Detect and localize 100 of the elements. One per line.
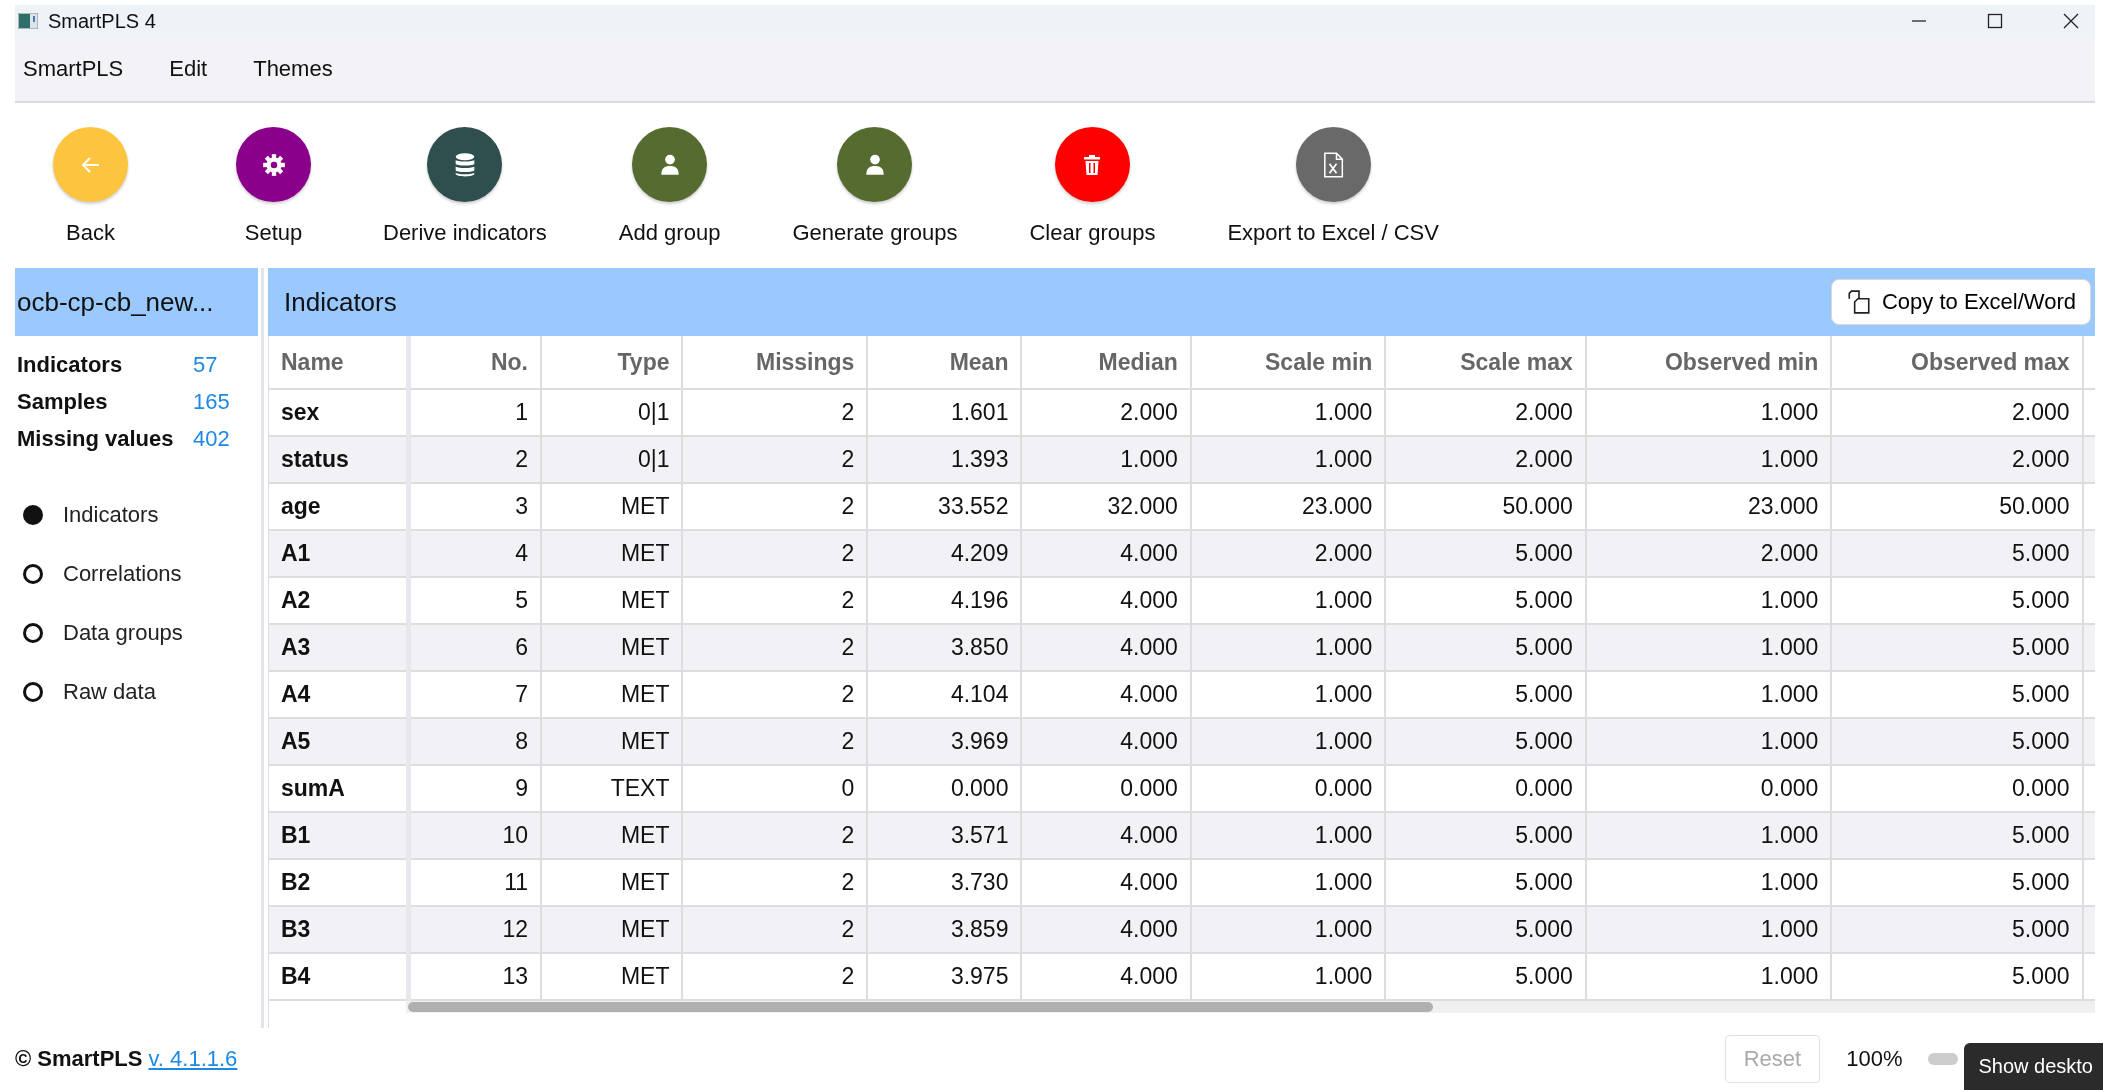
settings-icon <box>260 151 287 178</box>
copy-button[interactable]: Copy to Excel/Word <box>1831 279 2091 325</box>
table-cell: 5.000 <box>1385 812 1586 859</box>
table-cell: 1.000 <box>1585 812 1832 859</box>
toolbar-button[interactable]: Derive indicators <box>383 127 547 246</box>
stat-value: 402 <box>193 426 230 452</box>
table-cell: 4.000 <box>1021 812 1191 859</box>
panel-title: Indicators <box>284 286 397 318</box>
table-cell: 1.000 <box>1585 718 1832 765</box>
table-cell: 1.000 <box>1021 436 1191 483</box>
menu-item[interactable]: Themes <box>253 56 333 82</box>
table-cell: 2.000 <box>1190 530 1386 577</box>
column-header[interactable]: Missings <box>682 336 868 389</box>
scrollbar-thumb[interactable] <box>408 1002 1433 1012</box>
view-label[interactable]: Raw data <box>63 679 156 705</box>
table-cell: 3.859 <box>867 906 1022 953</box>
table-cell: 5.000 <box>1831 812 2083 859</box>
table-cell: 4.000 <box>1021 530 1191 577</box>
table-cell: 10 <box>408 812 541 859</box>
view-option[interactable]: Raw data <box>23 679 261 705</box>
column-header[interactable]: Mean <box>867 336 1022 389</box>
column-header[interactable]: Median <box>1021 336 1191 389</box>
toolbar-button[interactable]: Clear groups <box>1029 127 1156 246</box>
table-cell: 1.000 <box>1585 624 1832 671</box>
indicator-name: status <box>269 436 409 483</box>
table-cell: 5.000 <box>1385 624 1586 671</box>
table-cell: MET <box>541 812 683 859</box>
table-cell: 4 <box>408 530 541 577</box>
stat-value: 57 <box>193 352 218 378</box>
table-cell: 2 <box>682 530 868 577</box>
view-label[interactable]: Data groups <box>63 620 183 646</box>
radio-button[interactable] <box>23 564 43 584</box>
column-header[interactable]: No. <box>408 336 541 389</box>
table-cell: 1.393 <box>867 436 1022 483</box>
view-label[interactable]: Indicators <box>63 502 159 528</box>
copyright-text: © SmartPLS <box>15 1046 143 1072</box>
maximize-icon[interactable] <box>1987 13 2003 29</box>
column-header[interactable]: Scale min <box>1190 336 1386 389</box>
zoom-level: 100% <box>1846 1046 1903 1072</box>
table-cell: 8 <box>408 718 541 765</box>
column-header[interactable]: Scale max <box>1385 336 1586 389</box>
table-cell: 5.000 <box>1831 906 2083 953</box>
table-cell: 1.000 <box>1190 624 1386 671</box>
indicator-name: B1 <box>269 812 409 859</box>
indicator-name: B3 <box>269 906 409 953</box>
table-cell: 4.000 <box>1021 718 1191 765</box>
version-link[interactable]: v. 4.1.1.6 <box>148 1046 238 1072</box>
table-cell: MET <box>541 624 683 671</box>
table-cell: 2 <box>682 436 868 483</box>
view-option[interactable]: Indicators <box>23 502 261 528</box>
table-cell: 3.850 <box>867 624 1022 671</box>
table-cell: 4.000 <box>1021 906 1191 953</box>
stat-label: Missing values <box>17 426 175 452</box>
table-cell: 2 <box>682 718 868 765</box>
table-cell: MET <box>541 906 683 953</box>
table-cell: 3.571 <box>867 812 1022 859</box>
table-cell: 12 <box>408 906 541 953</box>
toolbar-button[interactable]: Add group <box>618 127 721 246</box>
close-icon[interactable] <box>2063 13 2079 29</box>
column-header[interactable]: Observed max <box>1831 336 2083 389</box>
menu-item[interactable]: SmartPLS <box>23 56 124 82</box>
radio-button[interactable] <box>23 505 43 525</box>
toolbar-button[interactable]: Generate groups <box>792 127 958 246</box>
view-option[interactable]: Data groups <box>23 620 261 646</box>
radio-button[interactable] <box>23 623 43 643</box>
menu-item[interactable]: Edit <box>169 56 208 82</box>
table-cell: 5.000 <box>1385 530 1586 577</box>
table-cell: 1.000 <box>1585 906 1832 953</box>
table-cell: 6 <box>408 624 541 671</box>
stat-label: Samples <box>17 389 109 415</box>
table-cell: 1.000 <box>1190 718 1386 765</box>
project-title: ocb-cp-cb_new... <box>15 268 258 336</box>
indicator-name: B4 <box>269 953 409 1000</box>
table-cell: 2 <box>682 906 868 953</box>
window-title: SmartPLS 4 <box>48 9 156 33</box>
table-cell: MET <box>541 718 683 765</box>
indicator-name: A5 <box>269 718 409 765</box>
table-cell: 5.000 <box>1385 906 1586 953</box>
table-cell: 5.000 <box>1831 530 2083 577</box>
indicator-name: A1 <box>269 530 409 577</box>
indicator-name: A3 <box>269 624 409 671</box>
column-header[interactable]: Type <box>541 336 683 389</box>
toolbar-button[interactable]: Export to Excel / CSV <box>1227 127 1439 246</box>
column-header[interactable]: Observed min <box>1585 336 1832 389</box>
table-cell: 0|1 <box>541 436 683 483</box>
table-cell: 1.000 <box>1190 812 1386 859</box>
view-option[interactable]: Correlations <box>23 561 261 587</box>
view-label[interactable]: Correlations <box>63 561 182 587</box>
radio-button[interactable] <box>23 682 43 702</box>
table-cell: 1.000 <box>1190 906 1386 953</box>
table-cell: 1.000 <box>1190 436 1386 483</box>
table-cell: 2 <box>682 624 868 671</box>
table-cell: 5.000 <box>1831 624 2083 671</box>
column-header[interactable]: Name <box>269 336 409 389</box>
table-cell: MET <box>541 530 683 577</box>
stat-label: Indicators <box>17 352 124 378</box>
copy-icon <box>1846 289 1872 315</box>
table-cell: 5.000 <box>1831 718 2083 765</box>
table-cell: 3.969 <box>867 718 1022 765</box>
table-cell: 5.000 <box>1385 718 1586 765</box>
